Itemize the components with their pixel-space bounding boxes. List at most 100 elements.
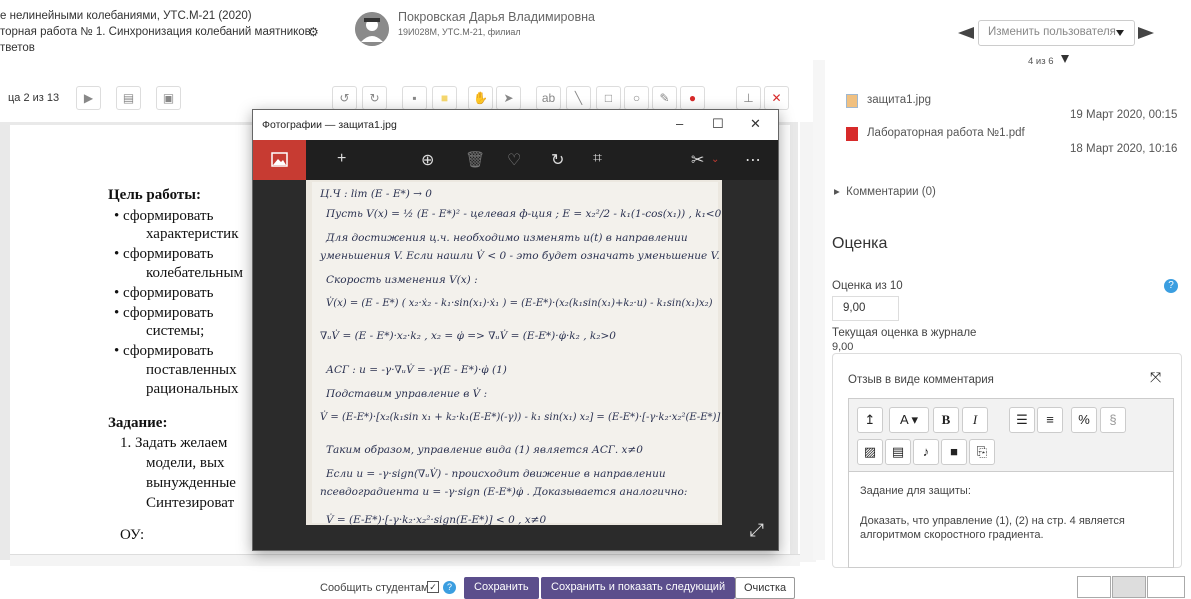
doc-line: • сформировать <box>114 343 214 359</box>
font-style-icon[interactable]: A ▾ <box>889 407 929 433</box>
handwriting-line: V̇ = (E-E*)·[-γ·k₂·x₂²·sign(E-E*)] < 0 ,… <box>326 514 547 525</box>
search-comments-button[interactable]: ▤ <box>116 86 141 110</box>
rectangle-tool-icon[interactable]: □ <box>596 86 621 110</box>
photos-titlebar[interactable]: Фотографии — защита1.jpg – ☐ ✕ <box>253 110 778 140</box>
rotate-left-icon[interactable]: ↺ <box>332 86 357 110</box>
rotate-icon[interactable]: ↻ <box>551 150 564 170</box>
manage-files-icon[interactable]: ⎘ <box>969 439 995 465</box>
feedback-text: алгоритмом скоростного градиента. <box>860 529 1044 541</box>
unordered-list-icon[interactable]: ☰ <box>1009 407 1035 433</box>
rotate-right-icon[interactable]: ↻ <box>362 86 387 110</box>
minimize-icon[interactable]: – <box>676 116 683 131</box>
more-options-icon[interactable]: ⋯ <box>745 150 761 170</box>
highlight-text-icon[interactable]: ab <box>536 86 561 110</box>
help-icon[interactable]: ? <box>443 581 456 594</box>
comments-toggle[interactable]: ▸ Комментарии (0) <box>834 184 936 198</box>
answers-link[interactable]: тветов <box>0 41 35 56</box>
doc-line: • сформировать <box>114 246 214 262</box>
fullscreen-icon[interactable]: ⤧ <box>1150 369 1161 386</box>
help-icon[interactable]: ? <box>1164 279 1178 293</box>
oval-tool-icon[interactable]: ○ <box>624 86 649 110</box>
delete-icon[interactable]: 🗑 <box>465 150 485 170</box>
image-file-icon <box>846 94 858 108</box>
next-user-arrow-icon[interactable] <box>1138 27 1154 39</box>
grade-label: Оценка из 10 <box>832 280 903 292</box>
file-date: 19 Март 2020, 00:15 <box>1070 109 1178 121</box>
bold-icon[interactable]: B <box>933 407 959 433</box>
pen-tool-icon[interactable]: ✎ <box>652 86 677 110</box>
toolbar-toggle-icon[interactable]: ↥ <box>857 407 883 433</box>
submitted-file-link[interactable]: Лабораторная работа №1.pdf <box>867 127 1025 139</box>
handwriting-line: Пусть V(x) = ½ (E - E*)² - целевая ф-ция… <box>326 208 722 220</box>
image-icon[interactable]: ▨ <box>857 439 883 465</box>
notify-students-label: Сообщить студентам <box>320 582 429 594</box>
handwriting-line: Скорость изменения V(x) : <box>326 274 478 286</box>
pan-hand-icon[interactable]: ✋ <box>468 86 493 110</box>
layout-default-icon[interactable] <box>1112 576 1146 598</box>
assignment-title[interactable]: торная работа № 1. Синхронизация колебан… <box>0 25 311 40</box>
color-drop-icon[interactable]: ● <box>680 86 705 110</box>
maximize-icon[interactable]: ☐ <box>712 116 724 132</box>
media-icon[interactable]: ▤ <box>885 439 911 465</box>
notify-students-checkbox[interactable]: ✓ <box>427 581 439 593</box>
chevron-down-icon <box>1116 30 1124 36</box>
doc-line: системы; <box>146 323 205 339</box>
microphone-icon[interactable]: ♪ <box>913 439 939 465</box>
comments-label: Комментарии (0) <box>846 186 936 198</box>
zoom-in-icon[interactable]: ⊕ <box>421 150 434 170</box>
layout-collapse-review-icon[interactable] <box>1077 576 1111 598</box>
expand-icon[interactable]: ⤢ <box>750 520 764 541</box>
expand-pages-button[interactable]: ▣ <box>156 86 181 110</box>
photos-toolbar: + ⊕ 🗑 ♡ ↻ ⌗ ✂ ⌄ ⋯ <box>253 140 778 180</box>
doc-line: вынужденные <box>146 475 236 491</box>
chevron-down-icon[interactable]: ⌄ <box>711 154 719 165</box>
doc-line: • сформировать <box>114 285 214 301</box>
user-name[interactable]: Покровская Дарья Владимировна <box>398 10 595 24</box>
handwriting-line: уменьшения V. Если нашли V̇ < 0 - это бу… <box>320 250 720 262</box>
grade-input[interactable]: 9,00 <box>832 296 899 321</box>
close-icon[interactable]: ✕ <box>750 116 761 132</box>
gear-icon[interactable]: ⚙ <box>308 25 319 39</box>
previous-user-arrow-icon[interactable] <box>958 27 974 39</box>
doc-line: Цель работы: <box>108 187 201 203</box>
filter-icon[interactable] <box>1061 55 1069 63</box>
color-picker-icon[interactable]: ■ <box>432 86 457 110</box>
doc-line: Синтезироват <box>146 495 235 511</box>
handwriting-line: ∇ᵤV̇ = (E - E*)·x₂·k₂ , x₂ = φ̇ => ∇ᵤV̇ … <box>320 330 616 342</box>
handwriting-line: V̇ = (E-E*)·[x₂(k₁sin x₁ + k₂·k₁(E-E*)(-… <box>320 412 722 423</box>
select-pointer-icon[interactable]: ➤ <box>496 86 521 110</box>
photos-app-button[interactable] <box>253 140 306 180</box>
caret-right-icon: ▸ <box>834 186 840 198</box>
layout-collapse-grade-icon[interactable] <box>1147 576 1185 598</box>
doc-line: поставленных <box>146 362 237 378</box>
crop-icon[interactable]: ⌗ <box>593 150 602 168</box>
stamp-tool-icon[interactable]: ⊥ <box>736 86 761 110</box>
unlink-icon[interactable]: § <box>1100 407 1126 433</box>
delete-annotation-icon[interactable]: ✕ <box>764 86 789 110</box>
doc-line: 1. Задать желаем <box>120 435 228 451</box>
doc-line: • сформировать <box>114 208 214 224</box>
line-tool-icon[interactable]: ╲ <box>566 86 591 110</box>
feedback-title: Отзыв в виде комментария <box>848 374 994 386</box>
edit-effects-icon[interactable]: ✂ <box>691 150 704 170</box>
favorite-icon[interactable]: ♡ <box>507 150 521 170</box>
change-user-select[interactable]: Изменить пользователя <box>978 20 1135 46</box>
submitted-file-link[interactable]: защита1.jpg <box>867 94 931 106</box>
italic-icon[interactable]: I <box>962 407 988 433</box>
handwriting-line: Подставим управление в V̇ : <box>326 388 488 400</box>
side-panel-scrollbar[interactable] <box>813 60 825 560</box>
photos-window[interactable]: Фотографии — защита1.jpg – ☐ ✕ + ⊕ 🗑 ♡ ↻… <box>252 109 779 551</box>
pdf-file-icon <box>846 127 858 141</box>
handwriting-line: Если u = -γ·sign(∇ᵤV̇) - происходит движ… <box>326 468 666 480</box>
video-icon[interactable]: ■ <box>941 439 967 465</box>
handwriting-line: АСГ : u = -γ·∇ᵤV̇ = -γ(E - E*)·φ̇ (1) <box>326 364 507 376</box>
add-icon[interactable]: + <box>337 150 346 168</box>
ordered-list-icon[interactable]: ≡ <box>1037 407 1063 433</box>
document-horizontal-scrollbar[interactable] <box>10 554 800 566</box>
comment-tool-icon[interactable]: ▪ <box>402 86 427 110</box>
doc-line: Задание: <box>108 415 168 431</box>
feedback-text: Задание для защиты: <box>860 485 971 497</box>
next-page-button[interactable]: ▶ <box>76 86 101 110</box>
course-title[interactable]: е нелинейными колебаниями, УТС.М-21 (202… <box>0 9 252 24</box>
link-icon[interactable]: % <box>1071 407 1097 433</box>
